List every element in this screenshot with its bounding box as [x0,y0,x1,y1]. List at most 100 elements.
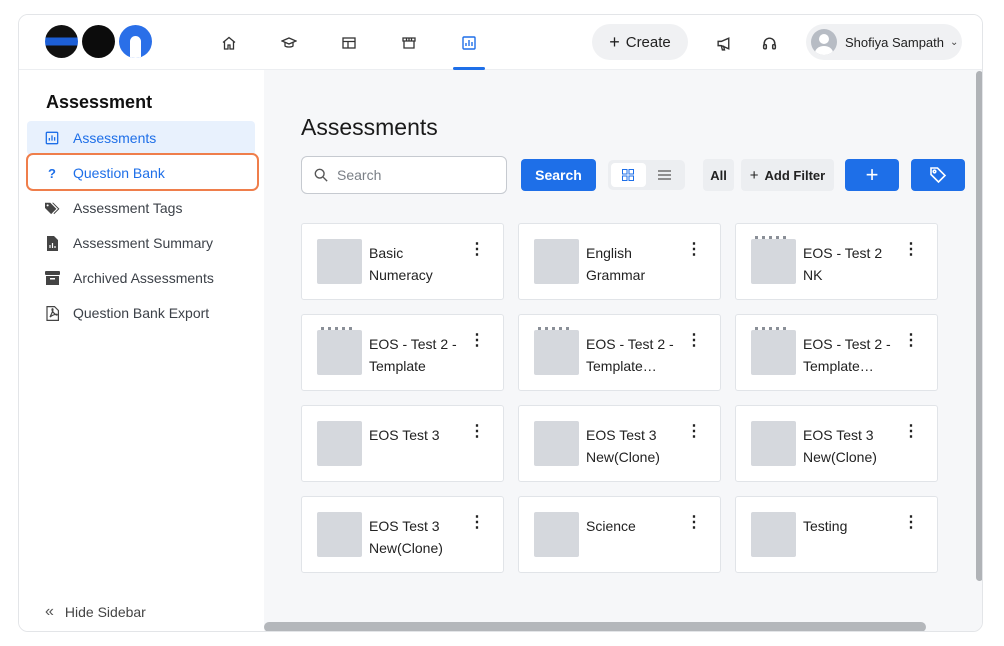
sidebar-item-assessment-tags[interactable]: Assessment Tags [27,191,255,225]
card-more-button[interactable]: ⋮ [900,420,922,442]
card-thumbnail [751,236,796,284]
assessment-grid: Basic Numeracy ⋮ English Grammar ⋮ EOS -… [301,223,941,573]
sidebar-item-assessment-summary[interactable]: Assessment Summary [27,226,255,260]
card-title: EOS - Test 2 - Template… [586,336,674,374]
card-more-button[interactable]: ⋮ [683,238,705,260]
card-thumbnail [317,421,362,466]
sidebar-item-label: Assessments [73,130,157,146]
card-more-button[interactable]: ⋮ [900,511,922,533]
card-thumbnail [751,327,796,375]
card-title: Science [586,518,636,534]
more-vertical-icon: ⋮ [469,514,485,531]
search-field[interactable] [301,156,507,194]
add-filter-button[interactable]: + Add Filter [741,159,834,191]
store-icon [402,36,416,49]
assessment-card[interactable]: EOS - Test 2 - Template ⋮ [301,314,504,391]
more-vertical-icon: ⋮ [686,332,702,349]
hide-sidebar-label: Hide Sidebar [64,604,146,620]
chevron-down-icon: ⌄ [950,36,959,48]
assessment-card[interactable]: EOS Test 3 New(Clone) ⋮ [301,496,504,573]
brand-logo[interactable] [45,25,152,59]
search-button[interactable]: Search [521,159,596,191]
assessment-card[interactable]: Science ⋮ [518,496,721,573]
add-assessment-button[interactable]: + [845,159,899,191]
sidebar-item-assessments[interactable]: Assessments [27,121,255,155]
headset-icon [762,37,776,50]
assessment-card[interactable]: EOS - Test 2 - Template… ⋮ [735,314,938,391]
plus-icon: + [609,32,620,52]
view-mode-toggle [608,160,685,190]
search-input[interactable] [337,167,487,183]
card-thumbnail [534,512,579,557]
nav-analytics[interactable] [439,15,499,70]
assessment-card[interactable]: EOS Test 3 New(Clone) ⋮ [518,405,721,482]
sidebar-item-label: Assessment Tags [73,200,183,216]
user-menu[interactable]: Shofiya Sampath ⌄ [806,24,962,60]
logo-mark-3 [119,25,152,58]
dashboard-icon [342,36,356,49]
card-more-button[interactable]: ⋮ [683,329,705,351]
avatar [811,29,837,55]
top-navigation-bar: + Create Shofiya Sampath ⌄ [19,15,982,70]
megaphone-icon [716,36,729,51]
list-view-button[interactable] [648,163,683,187]
card-thumbnail [534,327,579,375]
grid-icon [622,169,635,181]
nav-store[interactable] [379,15,439,70]
more-vertical-icon: ⋮ [686,241,702,258]
announcements-button[interactable] [713,32,735,54]
search-icon [314,168,328,182]
sidebar-item-archived-assessments[interactable]: Archived Assessments [27,261,255,295]
create-button[interactable]: + Create [592,24,688,60]
vertical-scrollbar-thumb[interactable] [976,71,982,581]
hide-sidebar-button[interactable]: « Hide Sidebar [45,603,146,621]
sidebar-item-question-bank-export[interactable]: Question Bank Export [27,296,255,330]
graduation-cap-icon [281,36,297,48]
sidebar-item-label: Assessment Summary [73,235,214,251]
nav-learning[interactable] [259,15,319,70]
nav-home[interactable] [199,15,259,70]
assessment-card[interactable]: Basic Numeracy ⋮ [301,223,504,300]
app-window: + Create Shofiya Sampath ⌄ Assessment As… [18,14,983,632]
sidebar-item-label: Archived Assessments [73,270,214,286]
user-name: Shofiya Sampath [845,34,945,50]
horizontal-scrollbar[interactable] [264,620,982,631]
card-more-button[interactable]: ⋮ [466,511,488,533]
more-vertical-icon: ⋮ [469,423,485,440]
filter-all-button[interactable]: All [703,159,734,191]
assessment-card[interactable]: EOS Test 3 New(Clone) ⋮ [735,405,938,482]
summary-doc-icon [44,235,60,251]
card-title: EOS Test 3 [369,427,440,443]
horizontal-scrollbar-thumb[interactable] [264,622,926,631]
home-icon [222,36,236,50]
card-more-button[interactable]: ⋮ [683,420,705,442]
assessment-card[interactable]: English Grammar ⋮ [518,223,721,300]
card-more-button[interactable]: ⋮ [466,329,488,351]
sidebar-item-question-bank[interactable]: ? Question Bank [27,156,255,190]
more-vertical-icon: ⋮ [903,514,919,531]
tag-icon [930,167,947,184]
more-vertical-icon: ⋮ [903,423,919,440]
vertical-scrollbar[interactable] [974,70,982,582]
create-label: Create [625,33,671,51]
assessment-card[interactable]: EOS Test 3 ⋮ [301,405,504,482]
card-more-button[interactable]: ⋮ [683,511,705,533]
assessment-card[interactable]: Testing ⋮ [735,496,938,573]
main-nav [199,15,499,70]
support-button[interactable] [758,32,780,54]
card-title: EOS Test 3 New(Clone) [586,427,660,465]
grid-view-button[interactable] [611,163,646,187]
card-more-button[interactable]: ⋮ [466,238,488,260]
tag-button[interactable] [911,159,965,191]
card-title: English Grammar [586,245,646,283]
card-more-button[interactable]: ⋮ [900,329,922,351]
card-title: EOS Test 3 New(Clone) [803,427,877,465]
sidebar-title: Assessment [46,92,153,112]
card-title: Basic Numeracy [369,245,433,283]
assessment-card[interactable]: EOS - Test 2 NK ⋮ [735,223,938,300]
assessment-card[interactable]: EOS - Test 2 - Template… ⋮ [518,314,721,391]
nav-dashboard[interactable] [319,15,379,70]
logo-mark-2 [82,25,115,58]
card-more-button[interactable]: ⋮ [900,238,922,260]
card-more-button[interactable]: ⋮ [466,420,488,442]
